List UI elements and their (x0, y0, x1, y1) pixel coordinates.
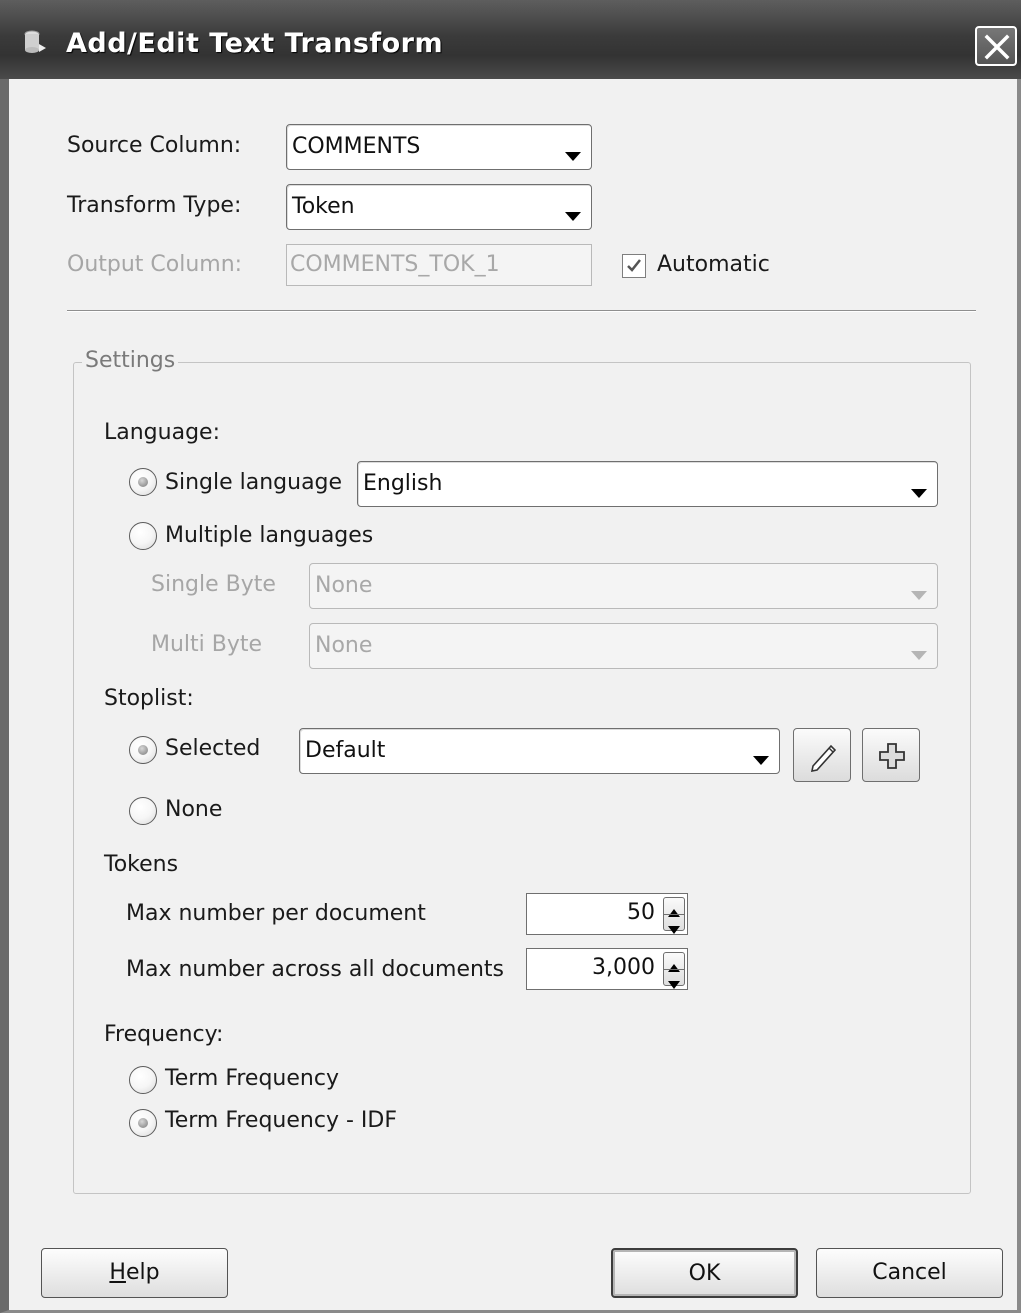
spinner-down-icon[interactable] (668, 919, 680, 938)
spinner-down-icon[interactable] (668, 974, 680, 993)
max-across-documents-spinner[interactable]: 3,000 (526, 948, 688, 990)
output-column-value: COMMENTS_TOK_1 (290, 252, 500, 277)
single-byte-label: Single Byte (151, 572, 276, 597)
database-icon (24, 30, 48, 56)
radio-selected-dot (138, 1118, 148, 1128)
automatic-checkbox[interactable] (622, 254, 646, 278)
max-per-document-label: Max number per document (126, 901, 426, 926)
cancel-label: Cancel (872, 1260, 947, 1285)
title-bar: Add/Edit Text Transform (0, 0, 1021, 79)
spinner-separator (664, 914, 684, 915)
term-frequency-idf-radio[interactable] (129, 1109, 157, 1137)
radio-selected-dot (138, 477, 148, 487)
stoplist-select[interactable]: Default (299, 728, 780, 774)
add-stoplist-button[interactable] (862, 728, 920, 782)
transform-type-select[interactable]: Token (286, 184, 592, 230)
multi-byte-label: Multi Byte (151, 632, 263, 657)
close-button[interactable] (975, 26, 1017, 66)
chevron-down-icon (911, 641, 927, 666)
max-per-document-value: 50 (627, 900, 655, 925)
frequency-label: Frequency: (104, 1022, 224, 1047)
radio-selected-dot (138, 745, 148, 755)
single-language-radio[interactable] (129, 468, 157, 496)
transform-type-label: Transform Type: (67, 193, 242, 218)
spinner-separator (664, 969, 684, 970)
source-column-label: Source Column: (67, 133, 242, 158)
source-column-value: COMMENTS (292, 134, 421, 159)
multi-byte-value: None (315, 633, 373, 658)
separator (67, 310, 976, 312)
stoplist-selected-radio[interactable] (129, 736, 157, 764)
help-label: elp (125, 1260, 160, 1285)
stoplist-none-label: None (165, 797, 223, 822)
chevron-down-icon (565, 202, 581, 227)
single-language-value: English (363, 471, 443, 496)
chevron-down-icon (565, 142, 581, 167)
help-button[interactable]: Help (41, 1248, 228, 1298)
chevron-down-icon (753, 746, 769, 771)
single-language-select[interactable]: English (357, 461, 938, 507)
max-across-documents-label: Max number across all documents (126, 957, 505, 982)
ok-label: OK (688, 1261, 721, 1286)
multiple-languages-radio[interactable] (129, 522, 157, 550)
spinner-buttons[interactable] (663, 897, 685, 934)
output-column-field[interactable]: COMMENTS_TOK_1 (286, 244, 592, 286)
term-frequency-idf-label: Term Frequency - IDF (165, 1108, 397, 1133)
spinner-buttons[interactable] (663, 952, 685, 989)
window-title: Add/Edit Text Transform (66, 28, 444, 59)
max-across-documents-value: 3,000 (592, 955, 655, 980)
chevron-down-icon (911, 479, 927, 504)
output-column-label: Output Column: (67, 252, 243, 277)
edit-stoplist-button[interactable] (793, 728, 851, 782)
source-column-select[interactable]: COMMENTS (286, 124, 592, 170)
stoplist-selected-label: Selected (165, 736, 261, 761)
stoplist-label: Stoplist: (104, 686, 194, 711)
single-language-label: Single language (165, 470, 343, 495)
chevron-down-icon (911, 581, 927, 606)
stoplist-value: Default (305, 738, 386, 763)
multi-byte-select[interactable]: None (309, 623, 938, 669)
automatic-label: Automatic (657, 252, 770, 277)
multiple-languages-label: Multiple languages (165, 523, 374, 548)
ok-button[interactable]: OK (611, 1248, 798, 1298)
stoplist-none-radio[interactable] (129, 797, 157, 825)
single-byte-select[interactable]: None (309, 563, 938, 609)
term-frequency-label: Term Frequency (165, 1066, 339, 1091)
max-per-document-spinner[interactable]: 50 (526, 893, 688, 935)
language-label: Language: (104, 420, 220, 445)
settings-group-title: Settings (82, 348, 179, 373)
single-byte-value: None (315, 573, 373, 598)
transform-type-value: Token (292, 194, 355, 219)
help-mnemonic: H (109, 1260, 126, 1285)
term-frequency-radio[interactable] (129, 1066, 157, 1094)
cancel-button[interactable]: Cancel (816, 1248, 1003, 1298)
tokens-label: Tokens (104, 852, 179, 877)
